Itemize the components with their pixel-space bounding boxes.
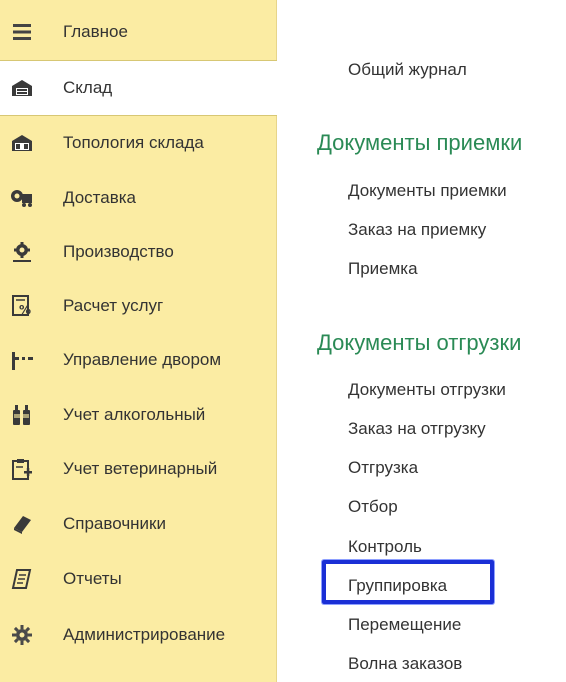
menu-lines-icon bbox=[10, 20, 34, 44]
link-shipping-order[interactable]: Заказ на отгрузку bbox=[348, 419, 486, 439]
svg-text:%: % bbox=[19, 303, 31, 317]
sidebar-item-warehouse[interactable]: Склад bbox=[0, 60, 277, 116]
delivery-truck-icon bbox=[10, 186, 34, 210]
sidebar-item-label: Расчет услуг bbox=[63, 296, 164, 315]
link-picking[interactable]: Отбор bbox=[348, 497, 398, 517]
sidebar-item-main[interactable]: Главное bbox=[0, 5, 276, 59]
sidebar-item-topology[interactable]: Топология склада bbox=[0, 116, 276, 170]
sidebar: Главное Склад Топология склада Доставка … bbox=[0, 0, 277, 682]
sidebar-item-label: Справочники bbox=[63, 514, 166, 533]
link-receiving[interactable]: Приемка bbox=[348, 259, 418, 279]
link-receiving-order[interactable]: Заказ на приемку bbox=[348, 220, 486, 240]
link-receiving-documents[interactable]: Документы приемки bbox=[348, 181, 507, 201]
sidebar-item-yard[interactable]: Управление двором bbox=[0, 333, 276, 387]
sidebar-item-services[interactable]: % Расчет услуг bbox=[0, 279, 276, 333]
link-shipping[interactable]: Отгрузка bbox=[348, 458, 418, 478]
sidebar-item-label: Доставка bbox=[63, 188, 137, 207]
percent-document-icon: % bbox=[10, 294, 34, 318]
link-order-wave[interactable]: Волна заказов bbox=[348, 654, 462, 674]
sidebar-item-label: Главное bbox=[63, 22, 128, 41]
sidebar-item-label: Производство bbox=[63, 242, 174, 261]
production-gear-icon bbox=[10, 240, 34, 264]
report-scroll-icon bbox=[10, 567, 34, 591]
book-icon bbox=[10, 512, 34, 536]
bottles-icon bbox=[10, 403, 34, 427]
sidebar-item-administration[interactable]: Администрирование bbox=[0, 608, 276, 662]
warehouse-topology-icon bbox=[10, 131, 34, 155]
link-shipping-documents[interactable]: Документы отгрузки bbox=[348, 380, 506, 400]
sidebar-item-veterinary[interactable]: Учет ветеринарный bbox=[0, 442, 276, 496]
sidebar-item-label: Учет ветеринарный bbox=[63, 459, 218, 478]
sidebar-item-label: Учет алкогольный bbox=[63, 405, 206, 424]
warehouse-icon bbox=[10, 76, 34, 100]
sidebar-item-references[interactable]: Справочники bbox=[0, 497, 276, 551]
clipboard-plus-icon bbox=[10, 457, 34, 481]
link-moving[interactable]: Перемещение bbox=[348, 615, 461, 635]
section-title-shipping: Документы отгрузки bbox=[317, 330, 522, 355]
sidebar-item-label: Отчеты bbox=[63, 569, 122, 588]
sidebar-item-label: Склад bbox=[63, 78, 113, 97]
link-general-journal[interactable]: Общий журнал bbox=[348, 60, 467, 80]
settings-gear-icon bbox=[10, 623, 34, 647]
sidebar-item-reports[interactable]: Отчеты bbox=[0, 552, 276, 606]
barrier-gate-icon bbox=[10, 348, 34, 372]
section-title-receiving: Документы приемки bbox=[317, 130, 523, 155]
sidebar-item-label: Топология склада bbox=[63, 133, 204, 152]
sidebar-item-production[interactable]: Производство bbox=[0, 225, 276, 279]
sidebar-item-label: Администрирование bbox=[63, 625, 226, 644]
link-control[interactable]: Контроль bbox=[348, 537, 422, 557]
sidebar-item-delivery[interactable]: Доставка bbox=[0, 171, 276, 225]
sidebar-item-alcohol[interactable]: Учет алкогольный bbox=[0, 388, 276, 442]
sidebar-item-label: Управление двором bbox=[63, 350, 222, 369]
grouping-highlight-box bbox=[322, 560, 494, 604]
